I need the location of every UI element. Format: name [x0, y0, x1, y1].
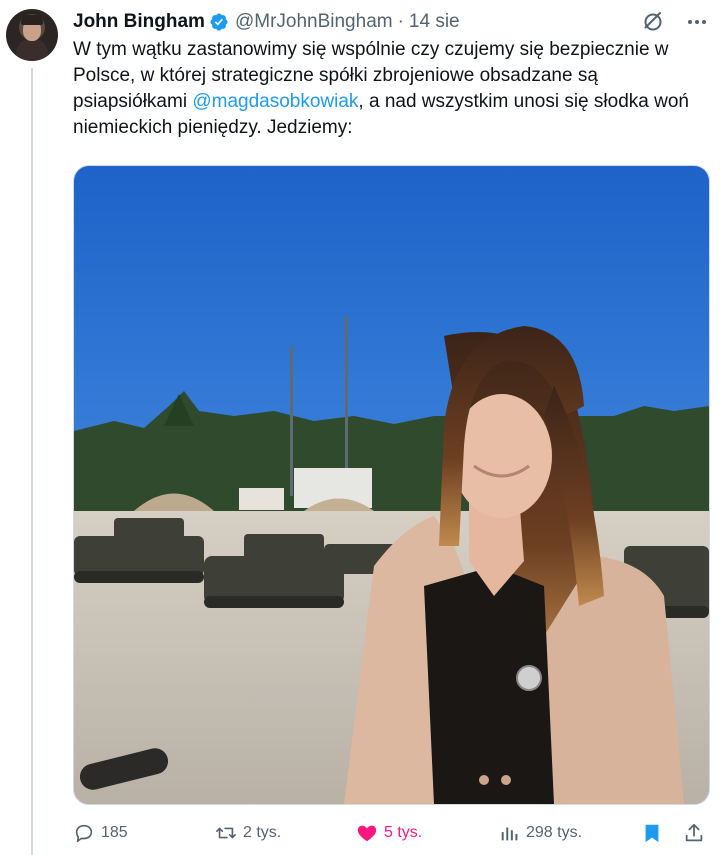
views-count: 298 tys.	[526, 824, 583, 841]
header-actions	[641, 10, 709, 34]
like-icon	[357, 825, 377, 842]
tweet-text: W tym wątku zastanowimy się wspólnie czy…	[73, 37, 713, 141]
mention-link[interactable]: @magdasobkowiak	[192, 91, 358, 112]
tweet-date[interactable]: 14 sie	[409, 11, 460, 33]
more-icon[interactable]	[685, 10, 709, 34]
verified-badge-icon	[210, 13, 228, 31]
tweet-header: John Bingham @MrJohnBingham · 14 sie	[73, 9, 707, 35]
share-button[interactable]	[683, 822, 705, 844]
views-button[interactable]: 298 tys.	[498, 822, 582, 844]
reply-count: 185	[101, 824, 128, 841]
author-name[interactable]: John Bingham	[73, 11, 205, 33]
avatar[interactable]	[6, 9, 58, 61]
retweet-count: 2 tys.	[243, 824, 282, 841]
media-illustration	[74, 166, 709, 804]
thread-line	[31, 68, 33, 855]
like-button[interactable]: 5 tys.	[356, 822, 422, 844]
tweet-actions: 185 2 tys. 5 tys. 298 tys.	[73, 819, 713, 847]
bookmark-icon	[645, 824, 659, 843]
bookmark-button[interactable]	[641, 822, 663, 844]
separator-dot: ·	[397, 11, 404, 32]
like-count: 5 tys.	[384, 824, 423, 841]
retweet-button[interactable]: 2 tys.	[215, 822, 281, 844]
reply-button[interactable]: 185	[73, 822, 128, 844]
retweet-icon	[216, 827, 236, 839]
reply-icon	[75, 824, 93, 843]
share-icon	[685, 823, 703, 842]
grok-icon[interactable]	[641, 10, 665, 34]
views-icon	[501, 827, 518, 841]
avatar-hair	[21, 15, 43, 25]
author-handle[interactable]: @MrJohnBingham	[235, 11, 393, 33]
tweet-media-image[interactable]	[73, 165, 710, 805]
avatar-suit	[16, 39, 48, 61]
